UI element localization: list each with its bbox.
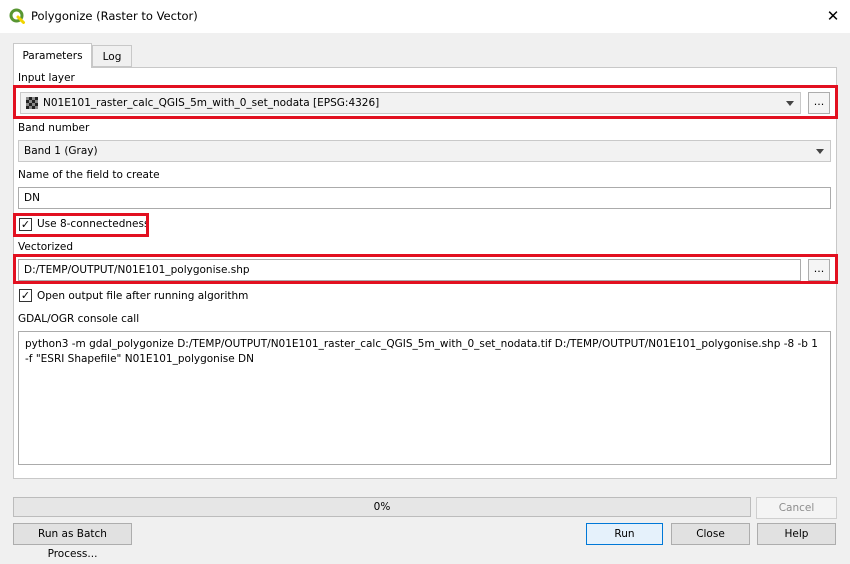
run-as-batch-button[interactable]: Run as Batch Process...	[13, 523, 132, 560]
open-output-checkbox[interactable]: ✓	[19, 289, 32, 302]
input-layer-browse-button[interactable]: ...	[808, 92, 830, 114]
vectorized-browse-button[interactable]: ...	[808, 259, 830, 281]
close-button[interactable]: Close	[671, 523, 750, 545]
vectorized-output-input[interactable]: D:/TEMP/OUTPUT/N01E101_polygonise.shp	[18, 259, 801, 281]
input-layer-select[interactable]: N01E101_raster_calc_QGIS_5m_with_0_set_n…	[20, 92, 801, 114]
chevron-down-icon	[786, 101, 794, 106]
band-number-select[interactable]: Band 1 (Gray)	[18, 140, 831, 162]
input-layer-label: Input layer	[18, 72, 75, 84]
cancel-button[interactable]: Cancel	[756, 497, 837, 519]
field-name-label: Name of the field to create	[18, 169, 160, 181]
tab-log[interactable]: Log	[92, 45, 132, 67]
tab-parameters[interactable]: Parameters	[13, 43, 92, 68]
vectorized-label: Vectorized	[18, 241, 74, 253]
run-button[interactable]: Run	[586, 523, 663, 545]
console-label: GDAL/OGR console call	[18, 313, 140, 325]
close-icon[interactable]: ✕	[822, 5, 844, 27]
connectedness-checkbox[interactable]: ✓	[19, 218, 32, 231]
raster-layer-icon	[26, 97, 38, 109]
progress-bar: 0%	[13, 497, 751, 517]
chevron-down-icon	[816, 149, 824, 154]
help-button[interactable]: Help	[757, 523, 836, 545]
connectedness-label: Use 8-connectedness	[37, 218, 150, 230]
band-number-label: Band number	[18, 122, 90, 134]
band-number-value: Band 1 (Gray)	[24, 145, 98, 157]
input-layer-value: N01E101_raster_calc_QGIS_5m_with_0_set_n…	[43, 97, 380, 109]
field-name-input[interactable]: DN	[18, 187, 831, 209]
window-title: Polygonize (Raster to Vector)	[31, 9, 198, 23]
qgis-logo-icon	[9, 8, 25, 24]
console-command-textarea[interactable]: python3 -m gdal_polygonize D:/TEMP/OUTPU…	[18, 331, 831, 465]
open-output-label: Open output file after running algorithm	[37, 290, 249, 302]
